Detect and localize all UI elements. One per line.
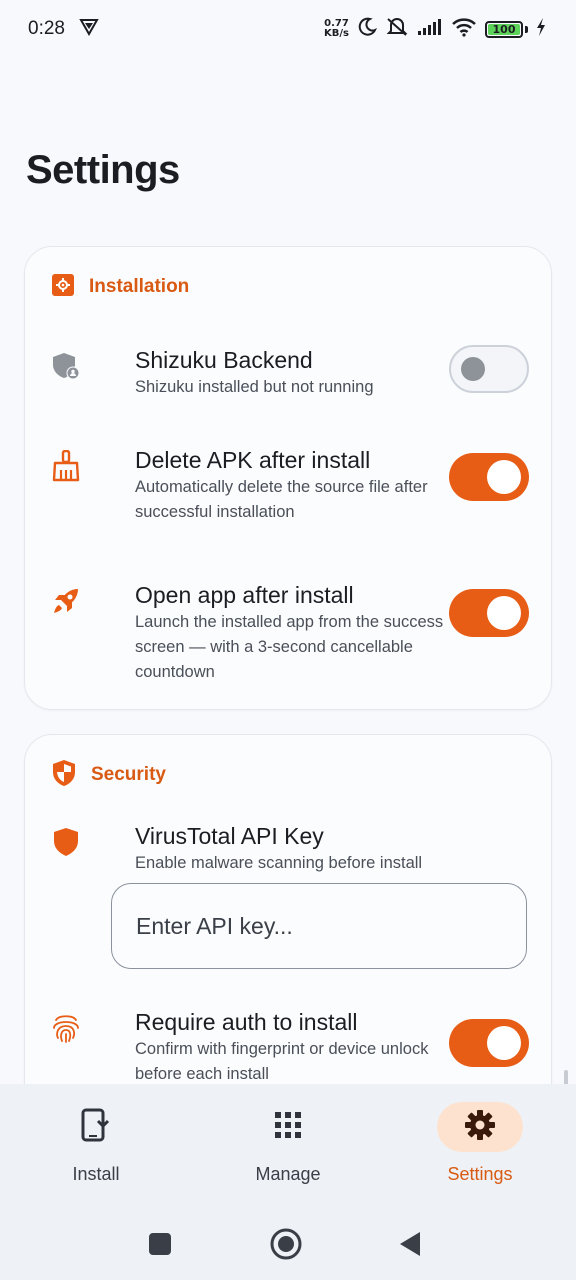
recents-button[interactable] xyxy=(148,1232,172,1256)
installation-card: Installation Shizuku Backend Shizuku ins… xyxy=(24,246,552,710)
shizuku-subtitle: Shizuku installed but not running xyxy=(135,378,374,396)
gear-box-icon xyxy=(51,273,75,301)
net-speed: 0.77 KB/s xyxy=(324,18,349,39)
nav-manage-label: Manage xyxy=(255,1164,321,1184)
signal-icon xyxy=(417,18,443,40)
gear-icon xyxy=(464,1109,496,1145)
system-nav xyxy=(0,1202,576,1280)
back-button[interactable] xyxy=(398,1231,422,1257)
shizuku-title: Shizuku Backend xyxy=(135,347,313,373)
fingerprint-icon xyxy=(49,1011,83,1045)
delete-apk-row[interactable]: Delete APK after install Automatically d… xyxy=(49,445,529,521)
require-auth-row[interactable]: Require auth to install Confirm with fin… xyxy=(49,1007,529,1083)
rocket-icon xyxy=(49,584,83,618)
nav-install-label: Install xyxy=(72,1164,120,1184)
require-auth-toggle[interactable] xyxy=(449,1019,529,1067)
phone-download-icon xyxy=(81,1108,111,1146)
virustotal-title: VirusTotal API Key xyxy=(135,823,324,849)
status-time: 0:28 xyxy=(28,18,65,39)
nav-settings[interactable]: Settings xyxy=(384,1084,576,1202)
wifi-icon xyxy=(451,17,477,41)
nav-manage[interactable]: Manage xyxy=(192,1084,384,1202)
virustotal-row: VirusTotal API Key Enable malware scanni… xyxy=(49,821,529,877)
api-key-input[interactable] xyxy=(111,883,527,969)
delete-apk-title: Delete APK after install xyxy=(135,447,371,473)
battery-icon: 100 xyxy=(485,20,523,38)
shizuku-row[interactable]: Shizuku Backend Shizuku installed but no… xyxy=(49,345,529,397)
grid-icon xyxy=(274,1111,302,1143)
require-auth-subtitle: Confirm with fingerprint or device unloc… xyxy=(135,1040,429,1083)
security-header: Security xyxy=(51,759,166,791)
delete-apk-subtitle: Automatically delete the source file aft… xyxy=(135,478,428,521)
require-auth-title: Require auth to install xyxy=(135,1009,358,1035)
open-app-toggle[interactable] xyxy=(449,589,529,637)
shizuku-toggle[interactable] xyxy=(449,345,529,393)
installation-title: Installation xyxy=(89,276,190,297)
security-title: Security xyxy=(91,764,166,785)
open-app-title: Open app after install xyxy=(135,582,354,608)
bottom-nav: Install Manage Settings xyxy=(0,1084,576,1202)
shield-user-icon xyxy=(49,349,83,383)
home-button[interactable] xyxy=(269,1227,303,1261)
broom-icon xyxy=(49,449,83,483)
status-bar: 0:28 0.77 KB/s 100 xyxy=(0,0,576,58)
moon-icon xyxy=(357,17,378,41)
open-app-row[interactable]: Open app after install Launch the instal… xyxy=(49,580,529,681)
vpn-shield-icon xyxy=(79,17,99,41)
security-shield-icon xyxy=(51,759,77,791)
delete-apk-toggle[interactable] xyxy=(449,453,529,501)
charging-bolt-icon xyxy=(536,18,546,40)
nav-settings-label: Settings xyxy=(447,1164,513,1184)
installation-header: Installation xyxy=(51,273,189,301)
nav-install[interactable]: Install xyxy=(0,1084,192,1202)
open-app-subtitle: Launch the installed app from the succes… xyxy=(135,613,444,681)
shield-icon xyxy=(49,825,83,859)
virustotal-subtitle: Enable malware scanning before install xyxy=(135,854,423,872)
page-title: Settings xyxy=(26,148,180,192)
muted-bell-icon xyxy=(385,17,409,41)
